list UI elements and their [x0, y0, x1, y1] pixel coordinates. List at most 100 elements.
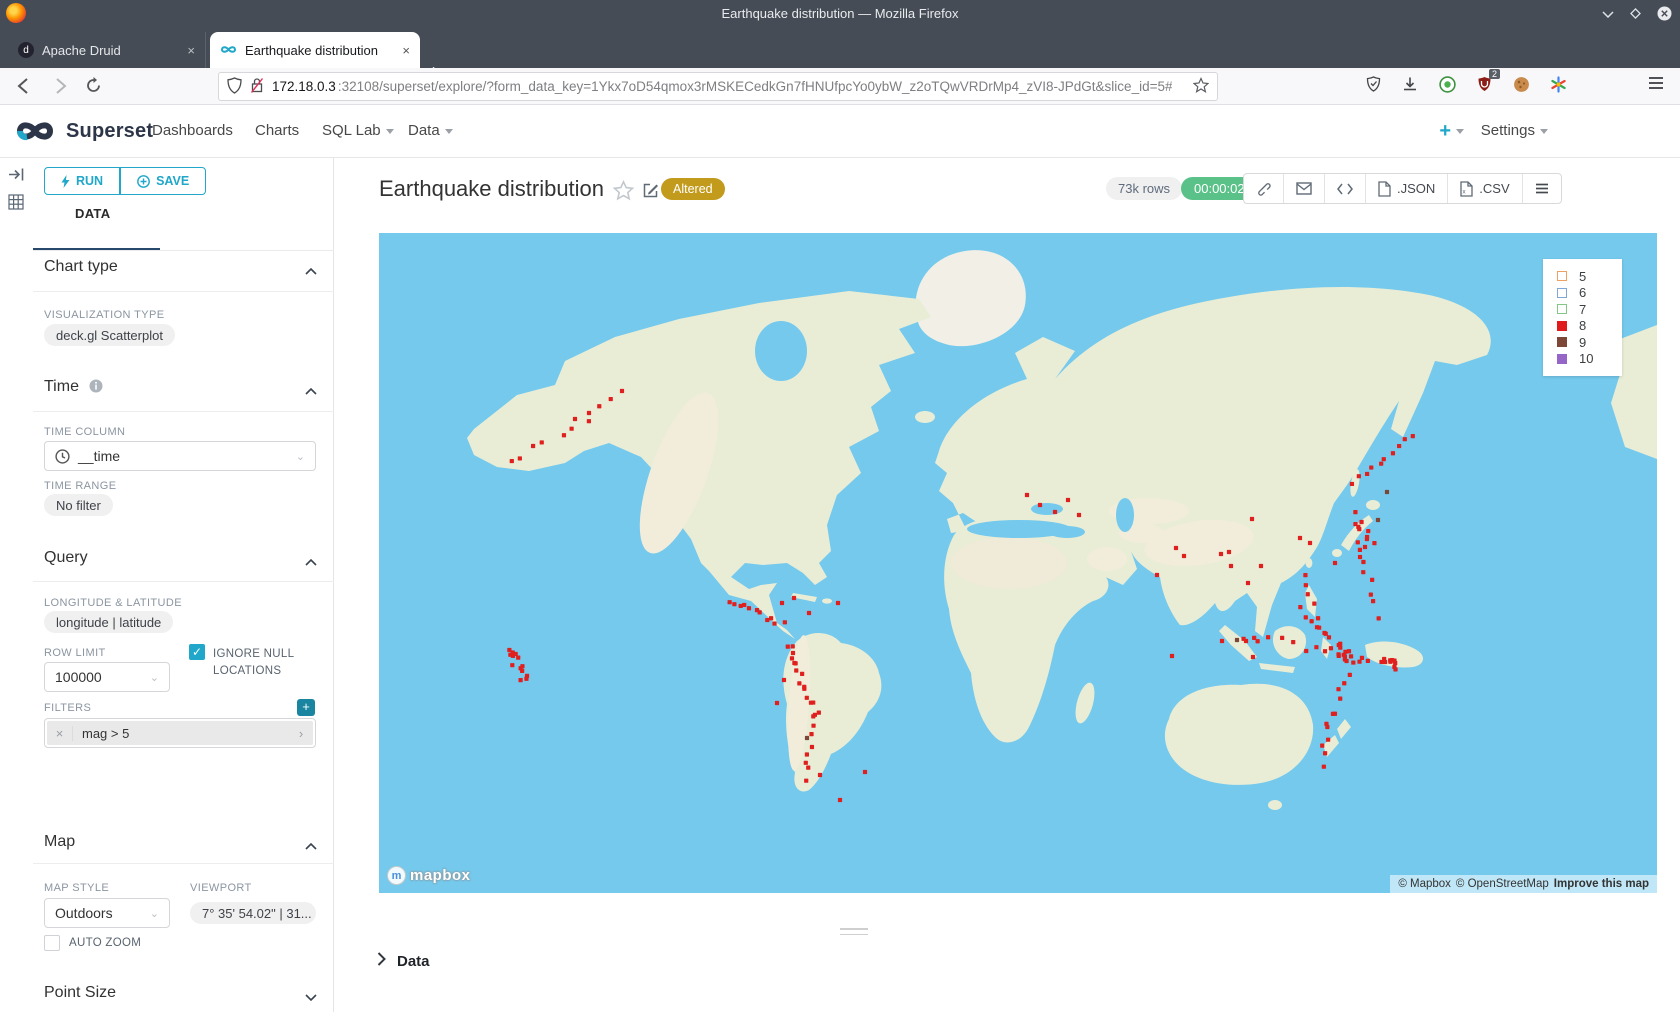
window-close-icon[interactable]: [1657, 6, 1672, 21]
section-time[interactable]: Time: [44, 378, 103, 396]
nav-sql-lab[interactable]: SQL Lab: [322, 122, 394, 139]
osm-attribution-link[interactable]: © OpenStreetMap: [1456, 878, 1549, 890]
remove-filter-icon[interactable]: ×: [47, 726, 73, 741]
chevron-down-icon: [445, 129, 453, 134]
map-style-label: MAP STYLE: [44, 882, 109, 894]
email-button[interactable]: [1284, 174, 1325, 203]
mapbox-logo[interactable]: m mapbox: [387, 866, 471, 885]
tab-close-icon[interactable]: ×: [402, 43, 410, 58]
favorite-star-icon[interactable]: [613, 180, 634, 206]
tracking-shield-icon[interactable]: [227, 77, 242, 97]
druid-favicon: d: [18, 42, 34, 58]
downloads-icon[interactable]: [1400, 74, 1420, 94]
viewport-value[interactable]: 7° 35' 54.02" | 31...: [190, 902, 316, 924]
url-bar[interactable]: 172.18.0.3:32108/superset/explore/?form_…: [218, 72, 1218, 101]
nav-charts[interactable]: Charts: [255, 122, 299, 139]
time-column-select[interactable]: __time ⌄: [44, 441, 316, 471]
tab-close-icon[interactable]: ×: [187, 43, 195, 58]
section-map[interactable]: Map: [44, 833, 75, 851]
tab-bar: d Apache Druid × Earthquake distribution…: [0, 27, 1680, 68]
chevron-down-icon[interactable]: [305, 988, 317, 1006]
filter-chip[interactable]: × mag > 5 ›: [47, 721, 313, 745]
tab-apache-druid[interactable]: d Apache Druid ×: [8, 32, 206, 68]
chart-menu-button[interactable]: [1523, 174, 1561, 203]
dataset-grid-icon[interactable]: [8, 194, 24, 215]
chevron-up-icon[interactable]: [305, 837, 317, 855]
mapbox-attribution-link[interactable]: © Mapbox: [1398, 878, 1451, 890]
legend-swatch: [1557, 288, 1567, 298]
time-range-value[interactable]: No filter: [44, 494, 113, 516]
chevron-up-icon[interactable]: [305, 553, 317, 571]
viz-type-value[interactable]: deck.gl Scatterplot: [44, 324, 175, 346]
reload-icon[interactable]: [84, 76, 106, 98]
save-button[interactable]: SAVE: [120, 167, 206, 195]
chevron-right-icon: [377, 952, 386, 971]
pane-drag-handle[interactable]: [840, 928, 868, 939]
altered-badge[interactable]: Altered: [661, 178, 725, 200]
superset-logo[interactable]: Superset: [12, 116, 153, 146]
collapse-dataset-panel-icon[interactable]: [8, 167, 25, 187]
cookie-icon[interactable]: [1511, 74, 1531, 94]
auto-zoom-label: AUTO ZOOM: [69, 937, 141, 949]
chevron-up-icon[interactable]: [305, 262, 317, 280]
url-host: 172.18.0.3: [272, 79, 336, 94]
filters-label: FILTERS: [44, 702, 91, 714]
back-icon[interactable]: [14, 76, 36, 98]
row-limit-select[interactable]: 100000 ⌄: [44, 662, 170, 692]
legend-item[interactable]: 6: [1557, 285, 1610, 302]
bookmark-star-icon[interactable]: [1193, 77, 1209, 96]
legend-item[interactable]: 7: [1557, 301, 1610, 318]
chevron-down-icon: [1456, 129, 1464, 134]
url-path: :32108/superset/explore/?form_data_key=1…: [338, 79, 1173, 94]
legend-item[interactable]: 5: [1557, 268, 1610, 285]
export-csv-button[interactable]: x .CSV: [1448, 174, 1522, 203]
ublock-badge: 2: [1489, 69, 1500, 79]
window-minimize-icon[interactable]: [1602, 10, 1614, 18]
map-canvas[interactable]: 5678910 m mapbox © Mapbox © OpenStreetMa…: [379, 233, 1657, 893]
nav-settings[interactable]: Settings: [1481, 122, 1548, 139]
extension-green-icon[interactable]: [1437, 74, 1457, 94]
insecure-lock-icon[interactable]: [250, 77, 264, 97]
run-button[interactable]: RUN: [44, 167, 120, 195]
account-shield-icon[interactable]: [1363, 74, 1383, 94]
nav-data[interactable]: Data: [408, 122, 453, 139]
tab-earthquake-distribution[interactable]: Earthquake distribution ×: [210, 32, 420, 68]
envelope-icon: [1296, 182, 1312, 195]
auto-zoom-checkbox[interactable]: [44, 935, 60, 951]
code-icon: [1337, 183, 1353, 195]
legend-item[interactable]: 9: [1557, 334, 1610, 351]
nav-add-button[interactable]: +: [1439, 120, 1464, 143]
ublock-icon[interactable]: 2: [1474, 74, 1494, 94]
map-style-select[interactable]: Outdoors ⌄: [44, 898, 170, 928]
export-json-button[interactable]: .JSON: [1366, 174, 1448, 203]
copy-link-button[interactable]: [1244, 174, 1284, 203]
expand-filter-icon[interactable]: ›: [289, 726, 313, 741]
lonlat-value[interactable]: longitude | latitude: [44, 611, 173, 633]
ignore-null-checkbox[interactable]: ✓: [189, 644, 205, 660]
data-pane-label: Data: [397, 953, 430, 970]
legend-label: 7: [1579, 302, 1586, 317]
window-maximize-icon[interactable]: [1630, 8, 1641, 19]
svg-text:x: x: [1463, 188, 1467, 195]
forward-icon[interactable]: [50, 76, 72, 98]
embed-code-button[interactable]: [1325, 174, 1366, 203]
page: Earthquake distribution — Mozilla Firefo…: [0, 0, 1680, 1012]
improve-map-link[interactable]: Improve this map: [1554, 878, 1649, 890]
data-pane-toggle[interactable]: Data: [377, 952, 430, 971]
tab-label: Apache Druid: [42, 43, 121, 58]
section-point-size[interactable]: Point Size: [44, 984, 116, 1002]
menu-icon[interactable]: [1648, 76, 1664, 95]
info-icon: [89, 379, 103, 393]
time-range-label: TIME RANGE: [44, 480, 116, 492]
chevron-up-icon[interactable]: [305, 382, 317, 400]
nav-dashboards[interactable]: Dashboards: [152, 122, 233, 139]
section-chart-type[interactable]: Chart type: [44, 258, 118, 276]
legend-item[interactable]: 10: [1557, 351, 1610, 368]
edit-properties-icon[interactable]: [642, 182, 659, 204]
viewport-label: VIEWPORT: [190, 882, 252, 894]
tab-data[interactable]: DATA: [75, 206, 110, 221]
section-query[interactable]: Query: [44, 549, 88, 567]
multicolor-extension-icon[interactable]: [1548, 74, 1568, 94]
legend-item[interactable]: 8: [1557, 318, 1610, 335]
add-filter-button[interactable]: +: [297, 699, 315, 716]
